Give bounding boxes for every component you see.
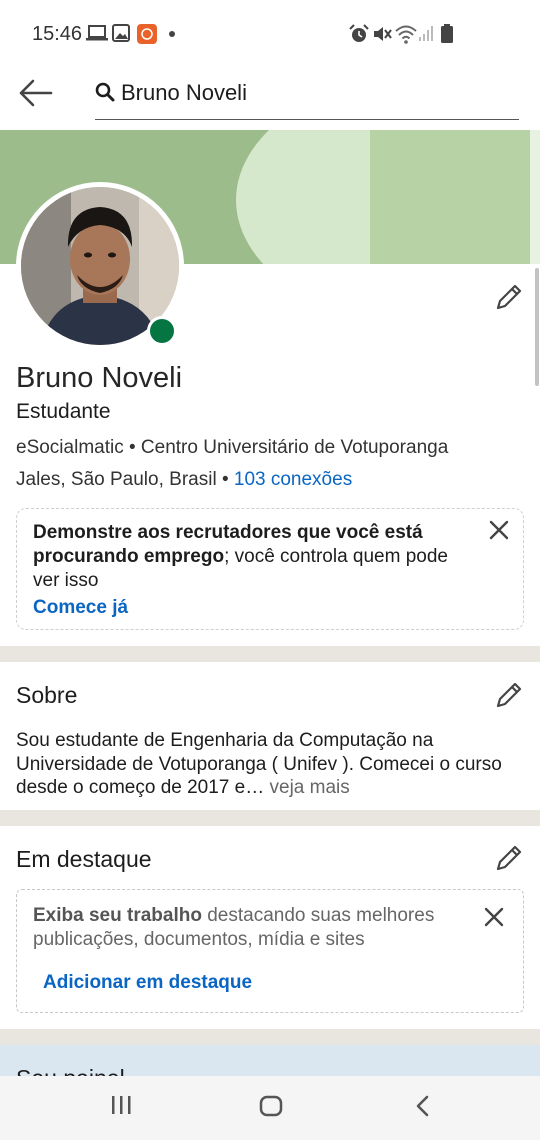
battery-icon <box>441 24 453 43</box>
search-input[interactable]: Bruno Noveli <box>95 68 519 120</box>
add-featured-link[interactable]: Adicionar em destaque <box>43 972 252 994</box>
back-nav-icon[interactable] <box>413 1094 433 1118</box>
search-query[interactable]: Bruno Noveli <box>121 80 247 106</box>
edit-about-pencil-icon[interactable] <box>494 680 524 710</box>
profile-company: eSocialmatic • Centro Universitário de V… <box>16 437 449 458</box>
online-status-indicator <box>147 316 177 346</box>
wifi-icon <box>395 25 417 44</box>
dot-icon <box>169 31 175 37</box>
profile-location: Jales, São Paulo, Brasil • <box>16 469 234 490</box>
app-notification-icon <box>137 24 157 44</box>
mute-icon <box>374 27 392 41</box>
featured-text: Exiba seu trabalho destacando suas melho… <box>33 904 453 952</box>
close-icon[interactable] <box>488 519 510 541</box>
status-time: 15:46 <box>32 23 83 45</box>
edit-profile-pencil-icon[interactable] <box>494 282 524 312</box>
profile-name: Bruno Noveli <box>16 362 183 394</box>
system-nav-bar <box>0 1076 540 1140</box>
section-divider <box>0 646 540 662</box>
get-started-link[interactable]: Comece já <box>33 597 128 619</box>
featured-card: Exiba seu trabalho destacando suas melho… <box>16 889 524 1013</box>
status-bar: 15:46 <box>0 0 540 68</box>
back-arrow-icon[interactable] <box>18 78 54 108</box>
connections-link[interactable]: 103 conexões <box>234 469 352 490</box>
open-to-work-card: Demonstre aos recrutadores que você está… <box>16 508 524 630</box>
search-header: Bruno Noveli <box>0 68 540 130</box>
section-divider <box>0 810 540 826</box>
open-to-work-text: Demonstre aos recrutadores que você está… <box>33 521 473 593</box>
recent-apps-icon[interactable] <box>109 1094 133 1116</box>
profile-headline: Estudante <box>16 400 111 423</box>
home-icon[interactable] <box>259 1094 283 1118</box>
about-title: Sobre <box>16 682 78 708</box>
image-icon <box>112 24 130 42</box>
featured-bold: Exiba seu trabalho <box>33 905 202 926</box>
profile-location-line: Jales, São Paulo, Brasil • 103 conexões <box>16 469 352 491</box>
cover-shape-right <box>370 130 540 264</box>
close-icon[interactable] <box>483 906 505 928</box>
laptop-icon <box>86 25 108 41</box>
alarm-icon <box>349 24 369 42</box>
about-body: Sou estudante de Engenharia da Computaçã… <box>16 730 502 798</box>
scrollbar[interactable] <box>535 268 539 386</box>
see-more-link[interactable]: veja mais <box>264 777 350 798</box>
cover-strip <box>530 130 540 264</box>
signal-icon <box>419 26 433 41</box>
featured-title: Em destaque <box>16 846 152 872</box>
search-icon <box>95 82 115 102</box>
edit-featured-pencil-icon[interactable] <box>494 843 524 873</box>
about-text: Sou estudante de Engenharia da Computaçã… <box>16 729 528 800</box>
section-divider <box>0 1029 540 1045</box>
